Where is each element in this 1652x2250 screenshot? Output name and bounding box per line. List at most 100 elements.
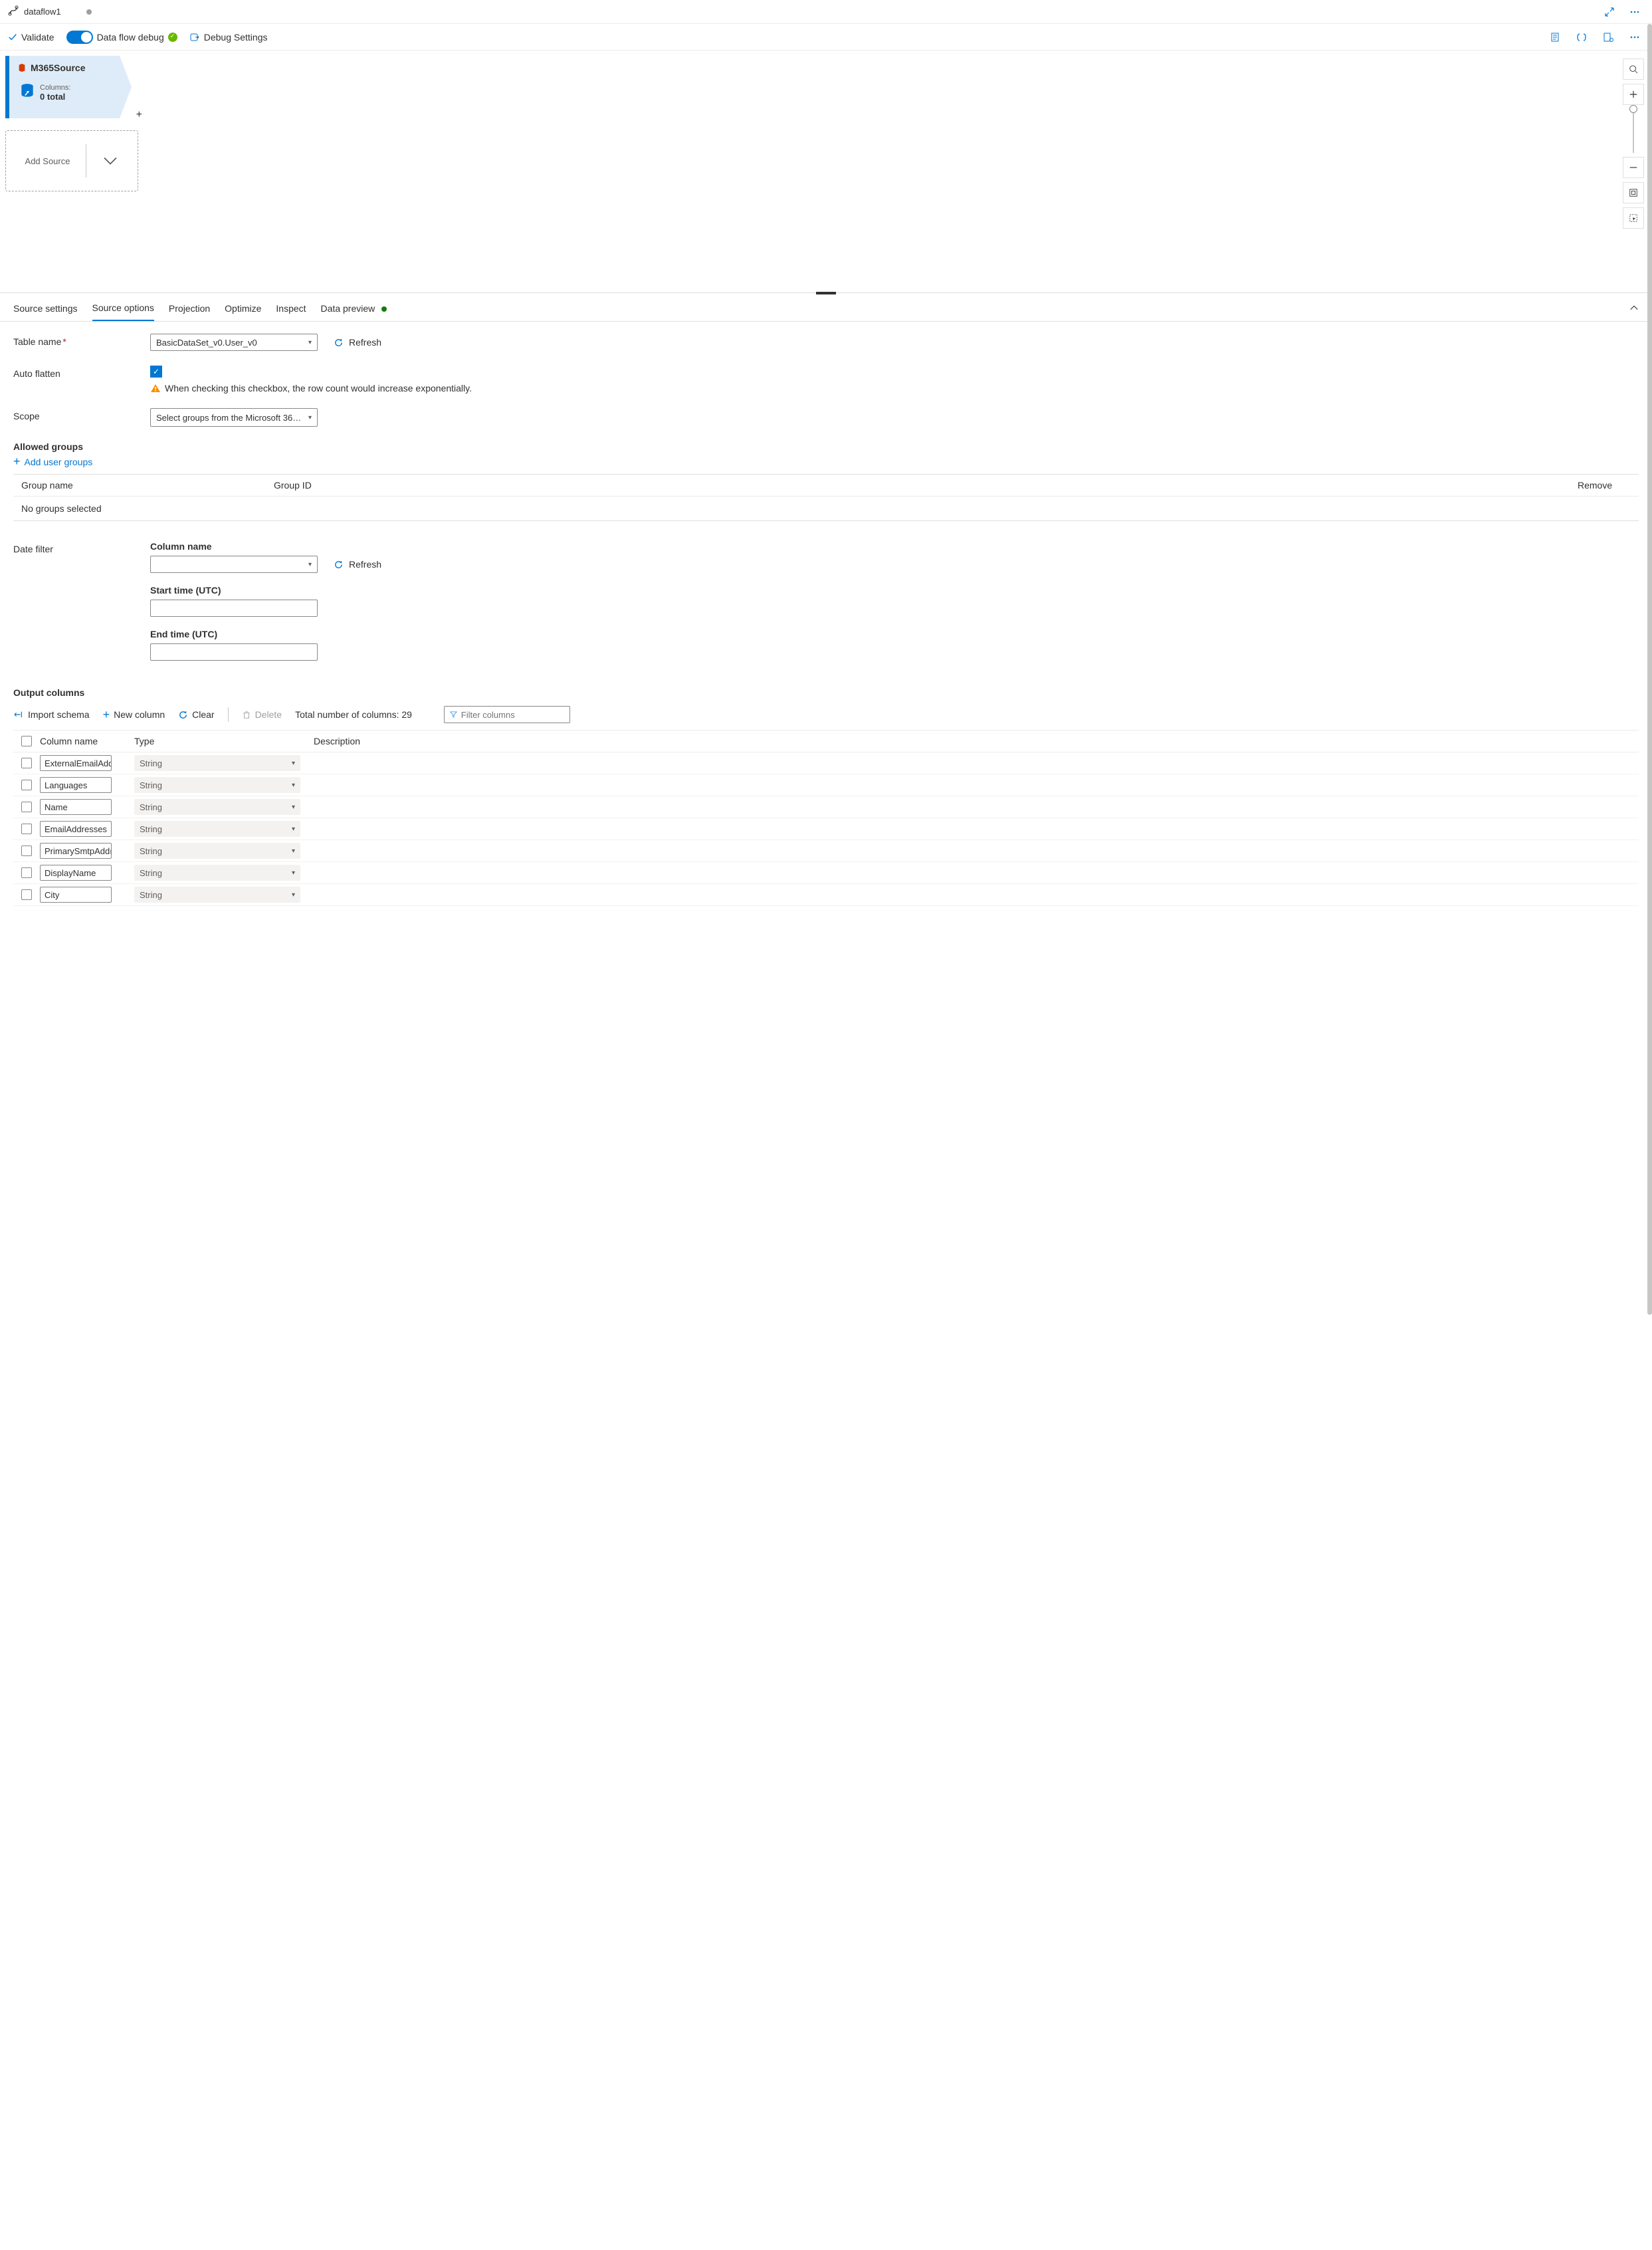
column-name-input[interactable]: DisplayName <box>40 865 112 881</box>
debug-settings-button[interactable]: Debug Settings <box>189 32 268 43</box>
column-name-label: Column name <box>150 541 381 552</box>
table-row: PrimarySmtpAddı String▾ <box>13 840 1639 862</box>
office-icon <box>17 63 27 72</box>
chevron-down-icon: ▾ <box>308 339 312 346</box>
no-groups-text: No groups selected <box>13 496 1639 520</box>
column-desc-header: Description <box>314 736 1639 746</box>
zoom-out-icon[interactable] <box>1623 157 1644 178</box>
new-column-button[interactable]: + New column <box>103 708 165 722</box>
script-icon[interactable] <box>1546 28 1564 47</box>
expand-icon[interactable] <box>1600 3 1619 21</box>
properties-icon[interactable] <box>1599 28 1617 47</box>
column-name-input[interactable]: Languages <box>40 777 112 793</box>
warning-icon <box>150 383 161 394</box>
tab-source-settings[interactable]: Source settings <box>13 303 78 320</box>
chevron-down-icon[interactable] <box>102 153 118 169</box>
column-name-input[interactable]: EmailAddresses <box>40 821 112 837</box>
refresh-column-button[interactable]: Refresh <box>334 559 381 570</box>
zoom-in-icon[interactable] <box>1623 84 1644 105</box>
row-checkbox[interactable] <box>21 758 32 768</box>
column-name-input[interactable]: City <box>40 887 112 903</box>
column-name-header: Column name <box>40 736 124 746</box>
remove-header: Remove <box>1578 480 1631 491</box>
plus-icon: + <box>103 708 110 722</box>
node-arrow <box>120 56 132 118</box>
chevron-down-icon: ▾ <box>308 414 312 421</box>
canvas[interactable]: M365Source Columns: 0 total + Add Source <box>0 51 1652 293</box>
refresh-button[interactable]: Refresh <box>334 337 381 348</box>
chevron-down-icon: ▾ <box>308 561 312 568</box>
panel-drag-handle[interactable] <box>816 292 836 294</box>
dataflow-icon <box>8 5 19 18</box>
fit-icon[interactable] <box>1623 182 1644 203</box>
column-type-select[interactable]: String▾ <box>134 755 300 771</box>
add-step-icon[interactable]: + <box>136 109 142 121</box>
validate-button[interactable]: Validate <box>8 32 54 43</box>
column-type-select[interactable]: String▾ <box>134 843 300 859</box>
tab-data-preview[interactable]: Data preview <box>321 303 387 320</box>
row-checkbox[interactable] <box>21 824 32 834</box>
end-time-input[interactable] <box>150 643 318 661</box>
date-filter-label: Date filter <box>13 541 150 554</box>
node-columns-count: 0 total <box>40 92 112 102</box>
toolbar: Validate Data flow debug Debug Settings <box>0 24 1652 51</box>
select-icon[interactable] <box>1623 207 1644 229</box>
more-icon[interactable] <box>1625 3 1644 21</box>
tab-dataflow[interactable]: dataflow1 <box>0 0 100 23</box>
column-type-select[interactable]: String▾ <box>134 821 300 837</box>
row-checkbox[interactable] <box>21 780 32 790</box>
select-all-checkbox[interactable] <box>21 736 32 746</box>
group-name-header: Group name <box>21 480 274 491</box>
row-checkbox[interactable] <box>21 802 32 812</box>
json-icon[interactable] <box>1572 28 1591 47</box>
row-checkbox[interactable] <box>21 889 32 900</box>
collapse-panel-icon[interactable] <box>1629 303 1639 321</box>
table-row: Languages String▾ <box>13 774 1639 796</box>
database-icon <box>19 82 36 102</box>
scope-label: Scope <box>13 408 150 421</box>
auto-flatten-checkbox[interactable]: ✓ <box>150 366 162 378</box>
tab-title: dataflow1 <box>24 7 61 17</box>
zoom-slider[interactable] <box>1633 109 1634 153</box>
start-time-label: Start time (UTC) <box>150 585 381 596</box>
column-type-select[interactable]: String▾ <box>134 887 300 903</box>
column-name-input[interactable]: PrimarySmtpAddı <box>40 843 112 859</box>
start-time-input[interactable] <box>150 600 318 617</box>
column-type-select[interactable]: String▾ <box>134 799 300 815</box>
output-columns-heading: Output columns <box>13 687 1639 698</box>
canvas-tools <box>1623 58 1644 233</box>
plus-icon: + <box>13 455 21 469</box>
tab-projection[interactable]: Projection <box>169 303 210 320</box>
column-name-select[interactable]: ▾ <box>150 556 318 573</box>
row-checkbox[interactable] <box>21 867 32 878</box>
table-name-select[interactable]: BasicDataSet_v0.User_v0 ▾ <box>150 334 318 351</box>
column-name-input[interactable]: Name <box>40 799 112 815</box>
scrollbar[interactable] <box>1647 24 1652 2249</box>
scope-select[interactable]: Select groups from the Microsoft 36… ▾ <box>150 408 318 427</box>
tab-inspect[interactable]: Inspect <box>276 303 306 320</box>
search-icon[interactable] <box>1623 58 1644 80</box>
clear-button[interactable]: Clear <box>178 709 214 720</box>
form-area: Table name* BasicDataSet_v0.User_v0 ▾ Re… <box>0 322 1652 2250</box>
add-source-button[interactable]: Add Source <box>5 130 138 191</box>
group-id-header: Group ID <box>274 480 1578 491</box>
toggle-switch[interactable] <box>66 31 93 44</box>
more-toolbar-icon[interactable] <box>1625 28 1644 47</box>
tab-bar: dataflow1 <box>0 0 1652 24</box>
source-node[interactable]: M365Source Columns: 0 total + <box>5 56 132 118</box>
dataflow-debug-toggle[interactable]: Data flow debug <box>66 31 177 44</box>
groups-table: Group name Group ID Remove No groups sel… <box>13 474 1639 521</box>
column-type-select[interactable]: String▾ <box>134 777 300 793</box>
filter-columns-input[interactable] <box>444 706 570 723</box>
tab-source-options[interactable]: Source options <box>92 302 154 321</box>
column-type-select[interactable]: String▾ <box>134 865 300 881</box>
row-checkbox[interactable] <box>21 845 32 856</box>
node-columns-label: Columns: <box>40 84 112 92</box>
import-schema-button[interactable]: Import schema <box>13 709 90 720</box>
node-title: M365Source <box>31 62 85 73</box>
tab-optimize[interactable]: Optimize <box>225 303 261 320</box>
add-user-groups-button[interactable]: + Add user groups <box>13 455 92 469</box>
column-name-input[interactable]: ExternalEmailAdd <box>40 755 112 771</box>
table-row: City String▾ <box>13 884 1639 906</box>
allowed-groups-heading: Allowed groups <box>13 441 1639 452</box>
